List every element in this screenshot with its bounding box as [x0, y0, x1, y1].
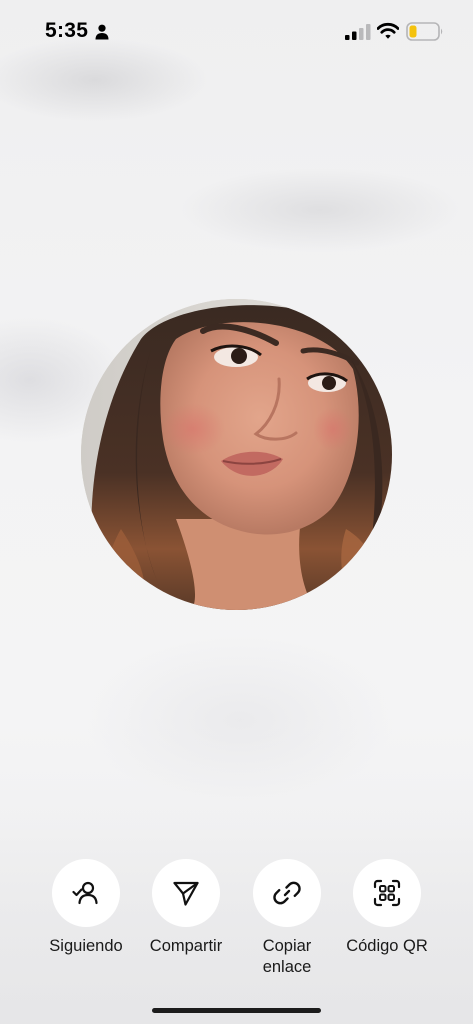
copy-link-button-circle[interactable]: [253, 859, 321, 927]
share-send-icon: [173, 881, 199, 906]
status-bar: 5:35: [0, 0, 473, 62]
wifi-icon: [376, 22, 400, 40]
cellular-signal-icon: [345, 24, 371, 40]
share-button[interactable]: Compartir: [131, 859, 241, 957]
profile-avatar: [81, 299, 392, 610]
qr-code-label: Código QR: [346, 937, 428, 955]
status-time: 5:35: [45, 19, 89, 42]
qr-code-button[interactable]: Código QR: [332, 859, 442, 957]
qr-code-button-circle[interactable]: [353, 859, 421, 927]
person-icon: [95, 24, 109, 40]
share-button-circle[interactable]: [152, 859, 220, 927]
following-button-circle[interactable]: [52, 859, 120, 927]
qr-code-scan-icon: [373, 879, 401, 907]
following-person-check-icon: [72, 881, 98, 905]
home-indicator[interactable]: [152, 1008, 321, 1013]
link-icon: [273, 881, 301, 905]
share-label: Compartir: [149, 937, 223, 955]
following-label: Siguiendo: [49, 937, 123, 955]
battery-low-icon: [406, 22, 444, 41]
profile-actions: Siguiendo Compartir Copiar enlace Código…: [0, 859, 473, 989]
copy-link-label: Copiar enlace: [262, 937, 312, 976]
copy-link-button[interactable]: Copiar enlace: [232, 859, 342, 978]
following-button[interactable]: Siguiendo: [31, 859, 141, 957]
